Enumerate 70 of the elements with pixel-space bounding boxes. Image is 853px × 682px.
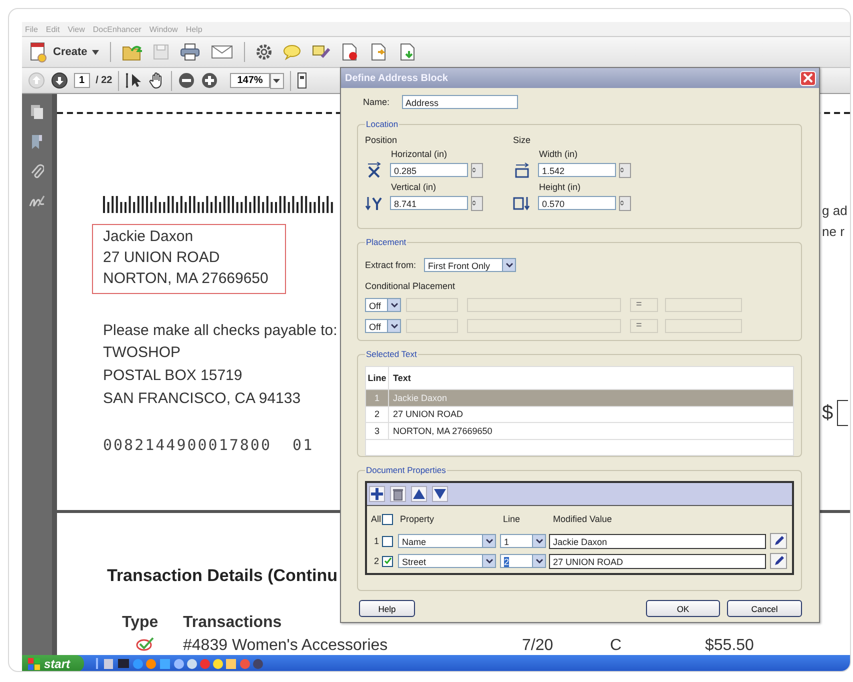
- category-cell-text: C: [610, 637, 623, 655]
- text-cell-text: Jackie Daxon: [392, 392, 448, 403]
- condition-dropdown[interactable]: Off: [365, 319, 387, 333]
- page-total: / 22: [96, 75, 112, 86]
- number-field[interactable]: 0.570: [538, 196, 616, 210]
- modified-value-field[interactable]: Jackie Daxon: [549, 534, 766, 548]
- cancel-button[interactable]: Cancel: [727, 600, 802, 617]
- line-dropdown[interactable]: 2: [500, 554, 532, 568]
- column-header: Line: [366, 367, 389, 389]
- group-label: Placement: [365, 237, 408, 247]
- field-label: Width (in): [538, 149, 579, 159]
- payee-line: SAN FRANCISCO, CA 94133: [103, 389, 302, 409]
- date-cell-text: 7/20: [522, 637, 554, 655]
- column-header: Modified Value: [553, 514, 612, 524]
- help-button[interactable]: Help: [359, 600, 415, 617]
- line-dropdown[interactable]: 1: [500, 534, 532, 548]
- number-field[interactable]: 8.741: [390, 196, 468, 210]
- text-cell-text: 27 UNION ROAD: [392, 409, 464, 420]
- modified-value-field[interactable]: 27 UNION ROAD: [549, 554, 766, 568]
- payable-text: Please make all checks payable to:: [103, 321, 338, 341]
- text-cell-text: NORTON, MA 27669650: [392, 426, 492, 436]
- property-dropdown[interactable]: Name: [398, 534, 482, 548]
- address-line: NORTON, MA 27669650: [103, 269, 270, 289]
- position-label: Position: [365, 135, 398, 145]
- address-line: 27 UNION ROAD: [103, 248, 221, 268]
- row-number: 1: [372, 536, 379, 546]
- name-label: Name:: [363, 97, 390, 107]
- name-field[interactable]: Address: [402, 95, 518, 109]
- payee-line: TWOSHOP: [103, 343, 182, 363]
- group-label: Selected Text: [365, 349, 418, 359]
- group-label: Document Properties: [365, 465, 447, 475]
- column-header: Transactions: [183, 614, 283, 632]
- partial-text: ne r: [822, 223, 846, 241]
- start-button[interactable]: start: [22, 655, 84, 671]
- field-label: Height (in): [538, 182, 582, 192]
- column-header: Property: [400, 514, 436, 524]
- line-number: 2: [366, 406, 389, 422]
- all-label: All: [371, 514, 382, 524]
- row-number: 2: [372, 556, 379, 566]
- column-header: Text: [392, 373, 411, 383]
- extract-dropdown[interactable]: First Front Only: [424, 258, 502, 272]
- section-title: Transaction Details (Continu: [107, 566, 338, 586]
- column-header: Line: [503, 514, 522, 524]
- transaction-cell-text: #4839 Women's Accessories: [183, 637, 389, 655]
- zoom-field[interactable]: 147%: [230, 73, 270, 88]
- group-label: Location: [365, 119, 400, 129]
- size-label: Size: [513, 135, 532, 145]
- line-number: 1: [366, 390, 389, 406]
- table-row[interactable]: 3 NORTON, MA 27669650: [366, 423, 793, 440]
- account-number: 0082144900017800 01: [103, 436, 315, 454]
- table-row[interactable]: 2 27 UNION ROAD: [366, 406, 793, 423]
- address-line: Jackie Daxon: [103, 227, 194, 247]
- number-field[interactable]: 0.285: [390, 163, 468, 177]
- partial-text: g ad: [822, 202, 848, 220]
- number-field[interactable]: 1.542: [538, 163, 616, 177]
- amount-cell-text: $55.50: [705, 637, 755, 655]
- ok-button[interactable]: OK: [646, 600, 720, 617]
- field-label: Vertical (in): [390, 182, 438, 192]
- property-dropdown[interactable]: Street: [398, 554, 482, 568]
- page-number-field[interactable]: 1: [74, 73, 90, 88]
- line-number: 3: [366, 423, 389, 438]
- dialog-title: Define Address Block: [345, 72, 448, 84]
- conditional-label: Conditional Placement: [365, 281, 456, 291]
- extract-label: Extract from:: [365, 260, 416, 270]
- create-button[interactable]: Create: [28, 41, 100, 63]
- currency-symbol: $: [822, 402, 834, 424]
- condition-dropdown[interactable]: Off: [365, 298, 387, 312]
- field-label: Horizontal (in): [390, 149, 448, 159]
- column-header: Type: [122, 614, 160, 632]
- payee-line: POSTAL BOX 15719: [103, 366, 244, 386]
